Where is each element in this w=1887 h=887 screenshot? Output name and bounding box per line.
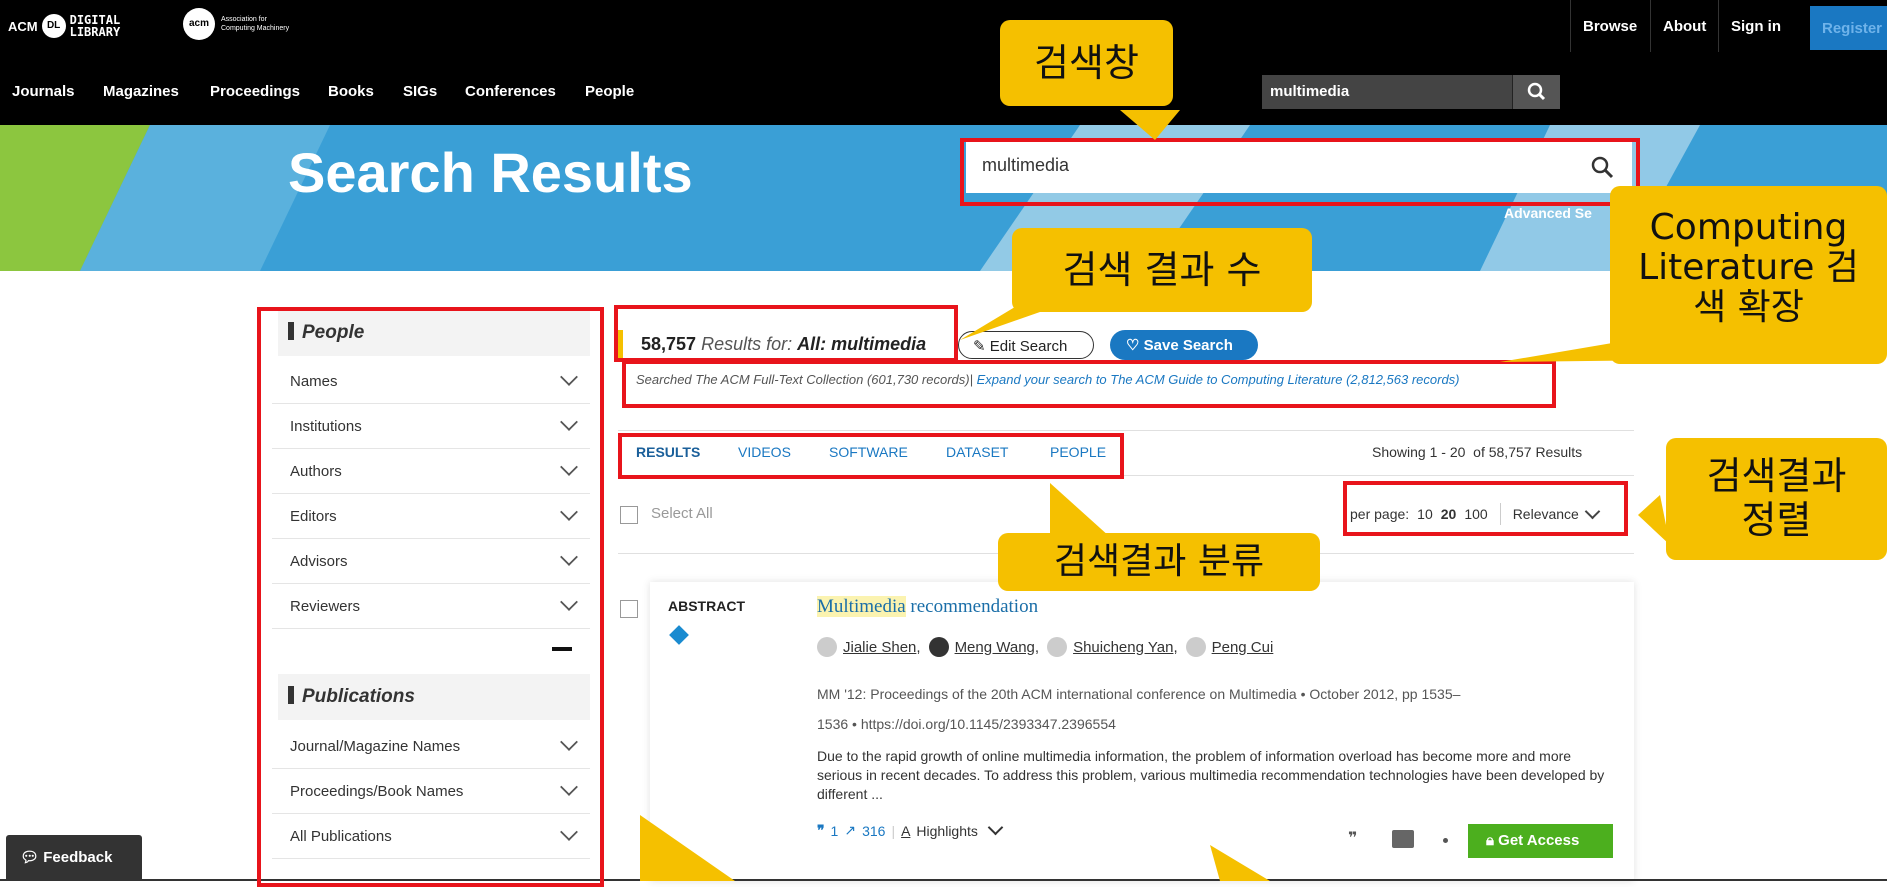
callout-sort: 검색결과 정렬 [1666, 438, 1887, 560]
callout-result-count: 검색 결과 수 [1012, 228, 1312, 312]
callout-search-box: 검색창 [1000, 20, 1173, 106]
callout-expand: Computing Literature 검색 확장 [1610, 186, 1887, 364]
callout-pointers [640, 110, 1680, 881]
callout-categories: 검색결과 분류 [998, 533, 1320, 591]
